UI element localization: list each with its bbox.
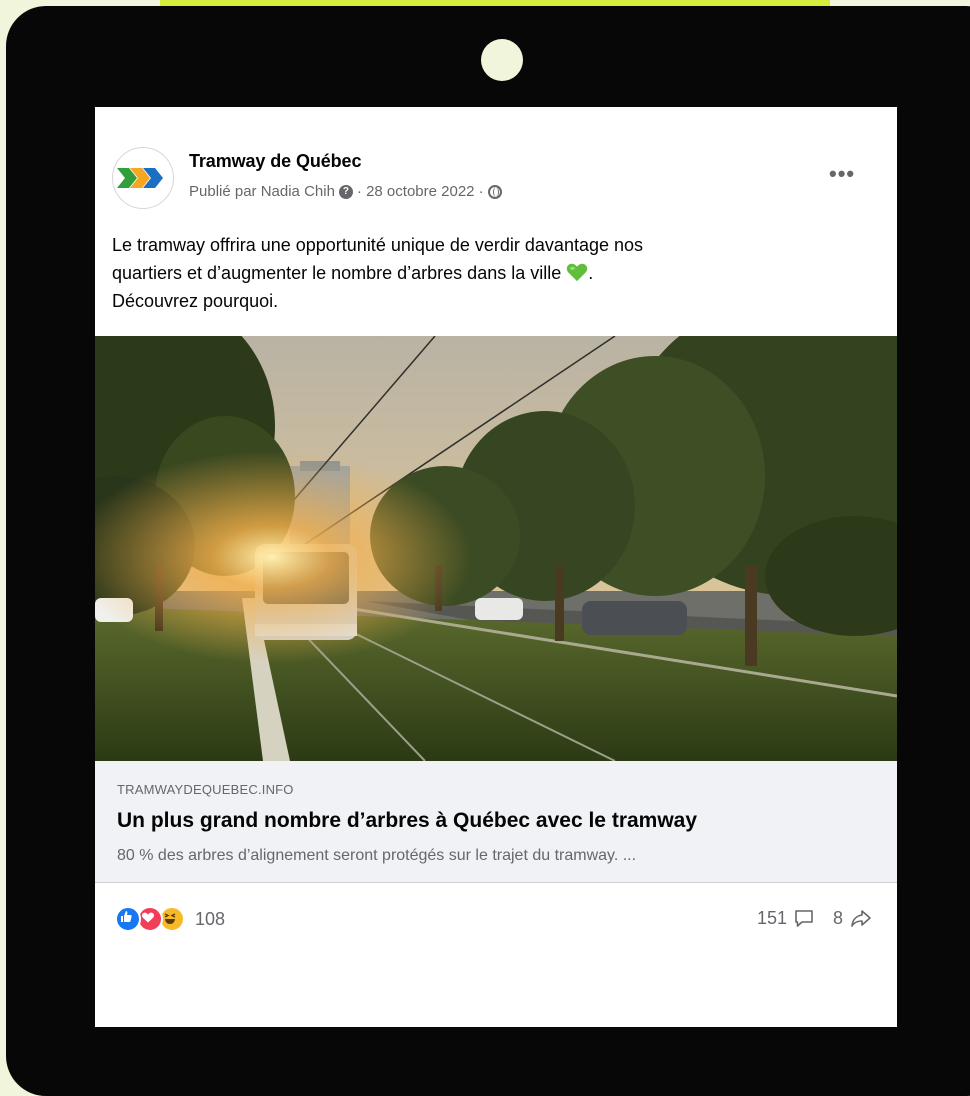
post-header: Tramway de Québec Publié par Nadia Chih …: [95, 107, 897, 217]
green-heart-icon: [567, 263, 588, 282]
shares-count[interactable]: 8: [833, 908, 843, 929]
post-date[interactable]: · 28 octobre 2022 ·: [357, 183, 484, 200]
post-text: Le tramway offrira une opportunité uniqu…: [112, 231, 882, 315]
link-title[interactable]: Un plus grand nombre d’arbres à Québec a…: [117, 809, 697, 833]
camera-dot: [481, 39, 523, 81]
post-text-line: quartiers et d’augmenter le nombre d’arb…: [112, 259, 882, 287]
page-name[interactable]: Tramway de Québec: [189, 151, 361, 172]
facebook-post: Tramway de Québec Publié par Nadia Chih …: [95, 107, 897, 1027]
page-avatar[interactable]: [112, 147, 174, 209]
link-preview-image[interactable]: [95, 336, 897, 761]
link-domain: TRAMWAYDEQUEBEC.INFO: [117, 782, 294, 797]
help-icon[interactable]: ?: [338, 184, 353, 199]
post-text-suffix: .: [588, 263, 594, 283]
reactions-summary[interactable]: 108: [115, 904, 225, 934]
post-meta: Publié par Nadia Chih ? · 28 octobre 202…: [189, 183, 502, 200]
globe-icon: [487, 184, 502, 199]
post-text-line: Découvrez pourquoi.: [112, 291, 279, 311]
published-by[interactable]: Publié par Nadia Chih: [189, 183, 335, 200]
like-reaction-icon: [115, 906, 141, 932]
comments-count[interactable]: 151: [757, 908, 787, 929]
more-options-icon[interactable]: •••: [829, 163, 855, 185]
tramway-logo-icon: [117, 168, 163, 188]
post-text-line-part: quartiers et d’augmenter le nombre d’arb…: [112, 263, 562, 283]
post-text-line: Le tramway offrira une opportunité uniqu…: [112, 235, 644, 255]
share-icon[interactable]: [849, 907, 873, 929]
reactions-count[interactable]: 108: [195, 909, 225, 930]
engagement-stats: 151 8: [757, 907, 873, 929]
divider: [95, 882, 897, 883]
link-description: 80 % des arbres d’alignement seront prot…: [117, 847, 637, 864]
comment-icon[interactable]: [793, 907, 815, 929]
